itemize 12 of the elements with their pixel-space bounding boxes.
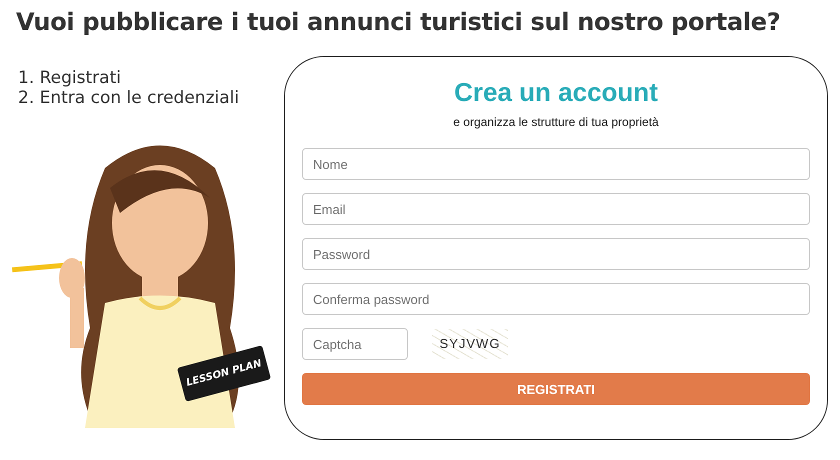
input-field[interactable]: Password: [302, 238, 810, 270]
input-field[interactable]: Conferma password: [302, 283, 810, 315]
input-field[interactable]: Email: [302, 193, 810, 225]
form-subtitle: e organizza le strutture di tua proprietà: [452, 115, 660, 129]
step-text: 1. Registrati: [18, 68, 122, 88]
register-button[interactable]: REGISTRATI: [302, 373, 810, 405]
input-field[interactable]: Nome: [302, 148, 810, 180]
form-title: Crea un account: [453, 77, 659, 108]
page-headline: Vuoi pubblicare i tuoi annunci turistici sul nostro portale?: [15, 7, 782, 36]
step-text: 2. Entra con le credenziali: [18, 88, 240, 108]
captcha-image: SYJVWG: [432, 329, 508, 359]
captcha-field[interactable]: Captcha: [302, 328, 408, 360]
